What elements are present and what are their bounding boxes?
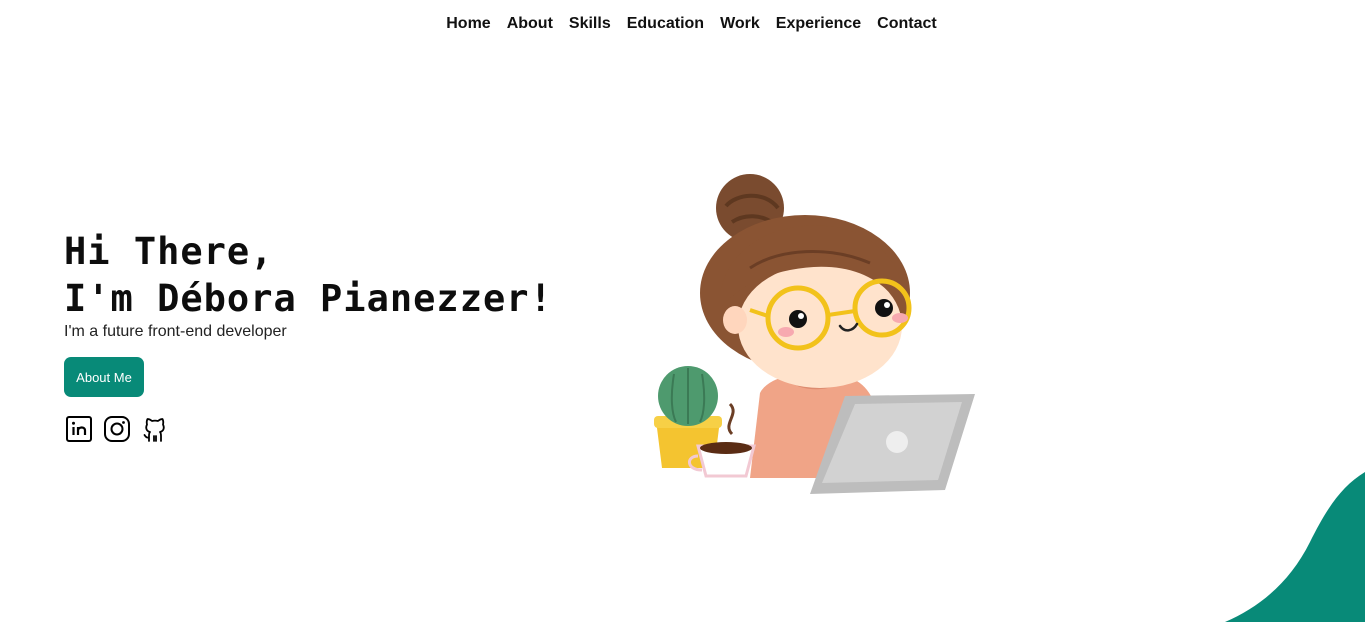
nav-item-work[interactable]: Work [720, 14, 760, 34]
nav-item-skills[interactable]: Skills [569, 14, 611, 34]
linkedin-icon[interactable] [64, 414, 94, 444]
instagram-icon[interactable] [102, 414, 132, 444]
decorative-wave [1225, 472, 1365, 622]
nav-item-contact[interactable]: Contact [877, 14, 937, 34]
about-me-button[interactable]: About Me [64, 357, 144, 397]
main-nav: Home About Skills Education Work Experie… [0, 14, 1365, 34]
hero-greeting: Hi There, [64, 230, 274, 273]
nav-item-home[interactable]: Home [446, 14, 490, 34]
girl-with-laptop-illustration [654, 174, 975, 494]
hero-name: I'm Débora Pianezzer! [64, 277, 553, 320]
hero-title: Hi There, I'm Débora Pianezzer! [64, 228, 553, 322]
nav-item-education[interactable]: Education [627, 14, 704, 34]
social-links [64, 414, 170, 444]
nav-item-experience[interactable]: Experience [776, 14, 861, 34]
hero-text: Hi There, I'm Débora Pianezzer! I'm a fu… [64, 228, 553, 342]
nav-item-about[interactable]: About [507, 14, 553, 34]
page: Home About Skills Education Work Experie… [0, 0, 1365, 622]
hero-subtitle: I'm a future front-end developer [64, 323, 287, 340]
github-icon[interactable] [140, 414, 170, 444]
